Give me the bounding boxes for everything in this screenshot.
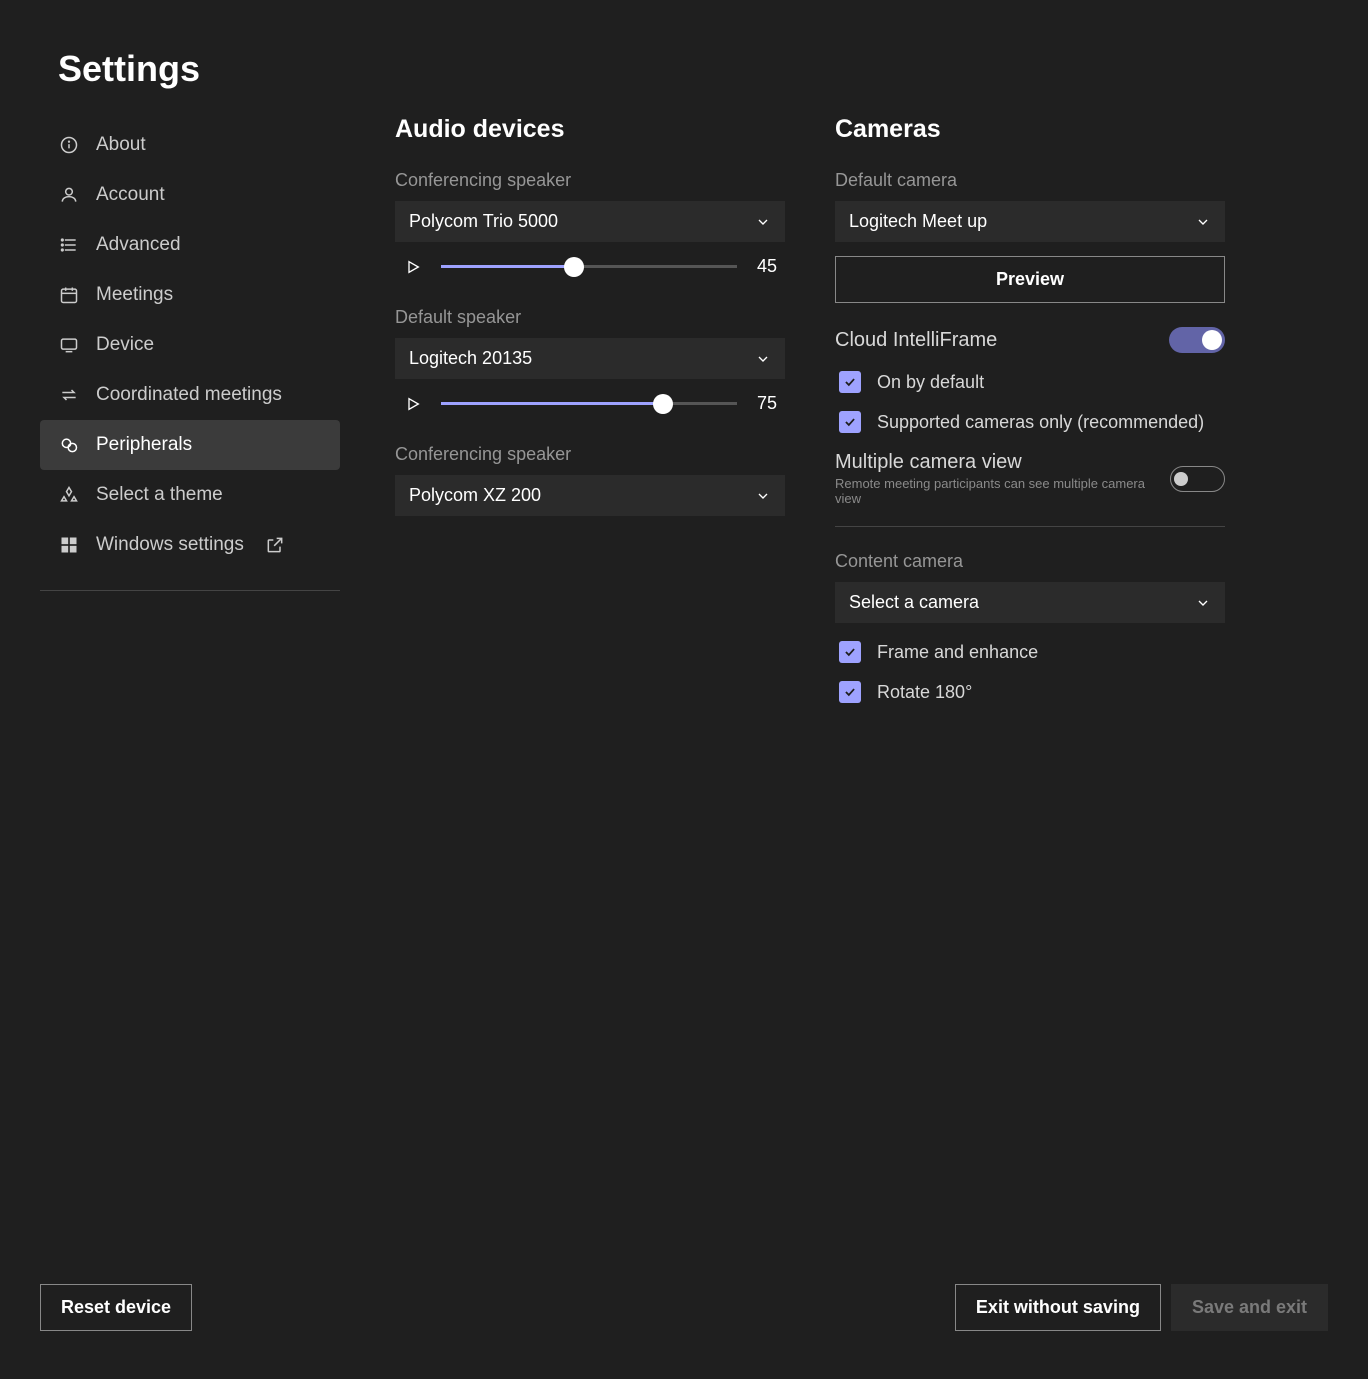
default-speaker-label: Default speaker [395,307,785,328]
multiview-sub: Remote meeting participants can see mult… [835,476,1170,506]
info-icon [58,134,80,156]
default-camera-dropdown[interactable]: Logitech Meet up [835,201,1225,242]
windows-icon [58,534,80,556]
conf-speaker-volume-value: 45 [757,256,785,277]
sidebar-item-coordinated-meetings[interactable]: Coordinated meetings [40,370,340,420]
sidebar-item-peripherals[interactable]: Peripherals [40,420,340,470]
conf-speaker-slider[interactable] [441,265,737,268]
intelliframe-label: Cloud IntelliFrame [835,329,997,352]
cameras-divider [835,526,1225,527]
frame-enhance-row: Frame and enhance [835,641,1225,663]
audio-section-title: Audio devices [395,115,785,144]
on-by-default-row: On by default [835,371,1225,393]
save-and-exit-button[interactable]: Save and exit [1171,1284,1328,1331]
multiview-row: Multiple camera view Remote meeting part… [835,451,1225,506]
page-title: Settings [0,0,1368,90]
sidebar-item-label: Select a theme [96,484,223,506]
peripherals-icon [58,434,80,456]
calendar-icon [58,284,80,306]
preview-button[interactable]: Preview [835,256,1225,303]
footer: Reset device Exit without saving Save an… [40,1284,1328,1331]
intelliframe-row: Cloud IntelliFrame [835,327,1225,353]
external-link-icon [264,534,286,556]
cameras-column: Cameras Default camera Logitech Meet up … [835,115,1225,721]
multiview-label: Multiple camera view [835,451,1170,474]
conf-speaker-volume-row: 45 [395,256,785,277]
multiview-toggle[interactable] [1170,466,1225,492]
play-icon[interactable] [405,396,421,412]
sidebar-item-label: Advanced [96,234,181,256]
sidebar-item-label: Account [96,184,165,206]
default-speaker-volume-row: 75 [395,393,785,414]
on-by-default-checkbox[interactable] [839,371,861,393]
sidebar-item-label: Windows settings [96,534,244,556]
sidebar-item-device[interactable]: Device [40,320,340,370]
frame-enhance-label: Frame and enhance [877,642,1038,663]
supported-only-row: Supported cameras only (recommended) [835,411,1225,433]
conf-speaker2-label: Conferencing speaker [395,444,785,465]
conf-speaker2-value: Polycom XZ 200 [409,485,541,506]
chevron-down-icon [1195,595,1211,611]
rotate-label: Rotate 180° [877,682,972,703]
intelliframe-toggle[interactable] [1169,327,1225,353]
default-speaker-volume-value: 75 [757,393,785,414]
sidebar-item-label: Coordinated meetings [96,384,282,406]
sidebar-divider [40,590,340,591]
sidebar: About Account Advanced Meetings Device C… [40,120,340,591]
main-content: Audio devices Conferencing speaker Polyc… [395,115,1308,721]
default-camera-value: Logitech Meet up [849,211,987,232]
rotate-checkbox[interactable] [839,681,861,703]
person-icon [58,184,80,206]
sidebar-item-windows-settings[interactable]: Windows settings [40,520,340,570]
exit-without-saving-button[interactable]: Exit without saving [955,1284,1161,1331]
default-camera-label: Default camera [835,170,1225,191]
sidebar-item-label: Device [96,334,154,356]
footer-right: Exit without saving Save and exit [955,1284,1328,1331]
conf-speaker-label: Conferencing speaker [395,170,785,191]
play-icon[interactable] [405,259,421,275]
sidebar-item-advanced[interactable]: Advanced [40,220,340,270]
sidebar-item-label: About [96,134,146,156]
sidebar-item-theme[interactable]: Select a theme [40,470,340,520]
supported-only-checkbox[interactable] [839,411,861,433]
chevron-down-icon [755,214,771,230]
default-speaker-value: Logitech 20135 [409,348,532,369]
audio-column: Audio devices Conferencing speaker Polyc… [395,115,785,721]
on-by-default-label: On by default [877,372,984,393]
rotate-row: Rotate 180° [835,681,1225,703]
theme-icon [58,484,80,506]
sidebar-item-account[interactable]: Account [40,170,340,220]
arrows-icon [58,384,80,406]
conf-speaker2-dropdown[interactable]: Polycom XZ 200 [395,475,785,516]
cameras-section-title: Cameras [835,115,1225,144]
chevron-down-icon [1195,214,1211,230]
conf-speaker-value: Polycom Trio 5000 [409,211,558,232]
sidebar-item-meetings[interactable]: Meetings [40,270,340,320]
chevron-down-icon [755,488,771,504]
sidebar-item-about[interactable]: About [40,120,340,170]
sidebar-item-label: Peripherals [96,434,192,456]
content-camera-value: Select a camera [849,592,979,613]
supported-only-label: Supported cameras only (recommended) [877,412,1204,433]
list-icon [58,234,80,256]
sidebar-item-label: Meetings [96,284,173,306]
frame-enhance-checkbox[interactable] [839,641,861,663]
monitor-icon [58,334,80,356]
default-speaker-slider[interactable] [441,402,737,405]
conf-speaker-dropdown[interactable]: Polycom Trio 5000 [395,201,785,242]
chevron-down-icon [755,351,771,367]
content-camera-dropdown[interactable]: Select a camera [835,582,1225,623]
content-camera-label: Content camera [835,551,1225,572]
reset-device-button[interactable]: Reset device [40,1284,192,1331]
default-speaker-dropdown[interactable]: Logitech 20135 [395,338,785,379]
